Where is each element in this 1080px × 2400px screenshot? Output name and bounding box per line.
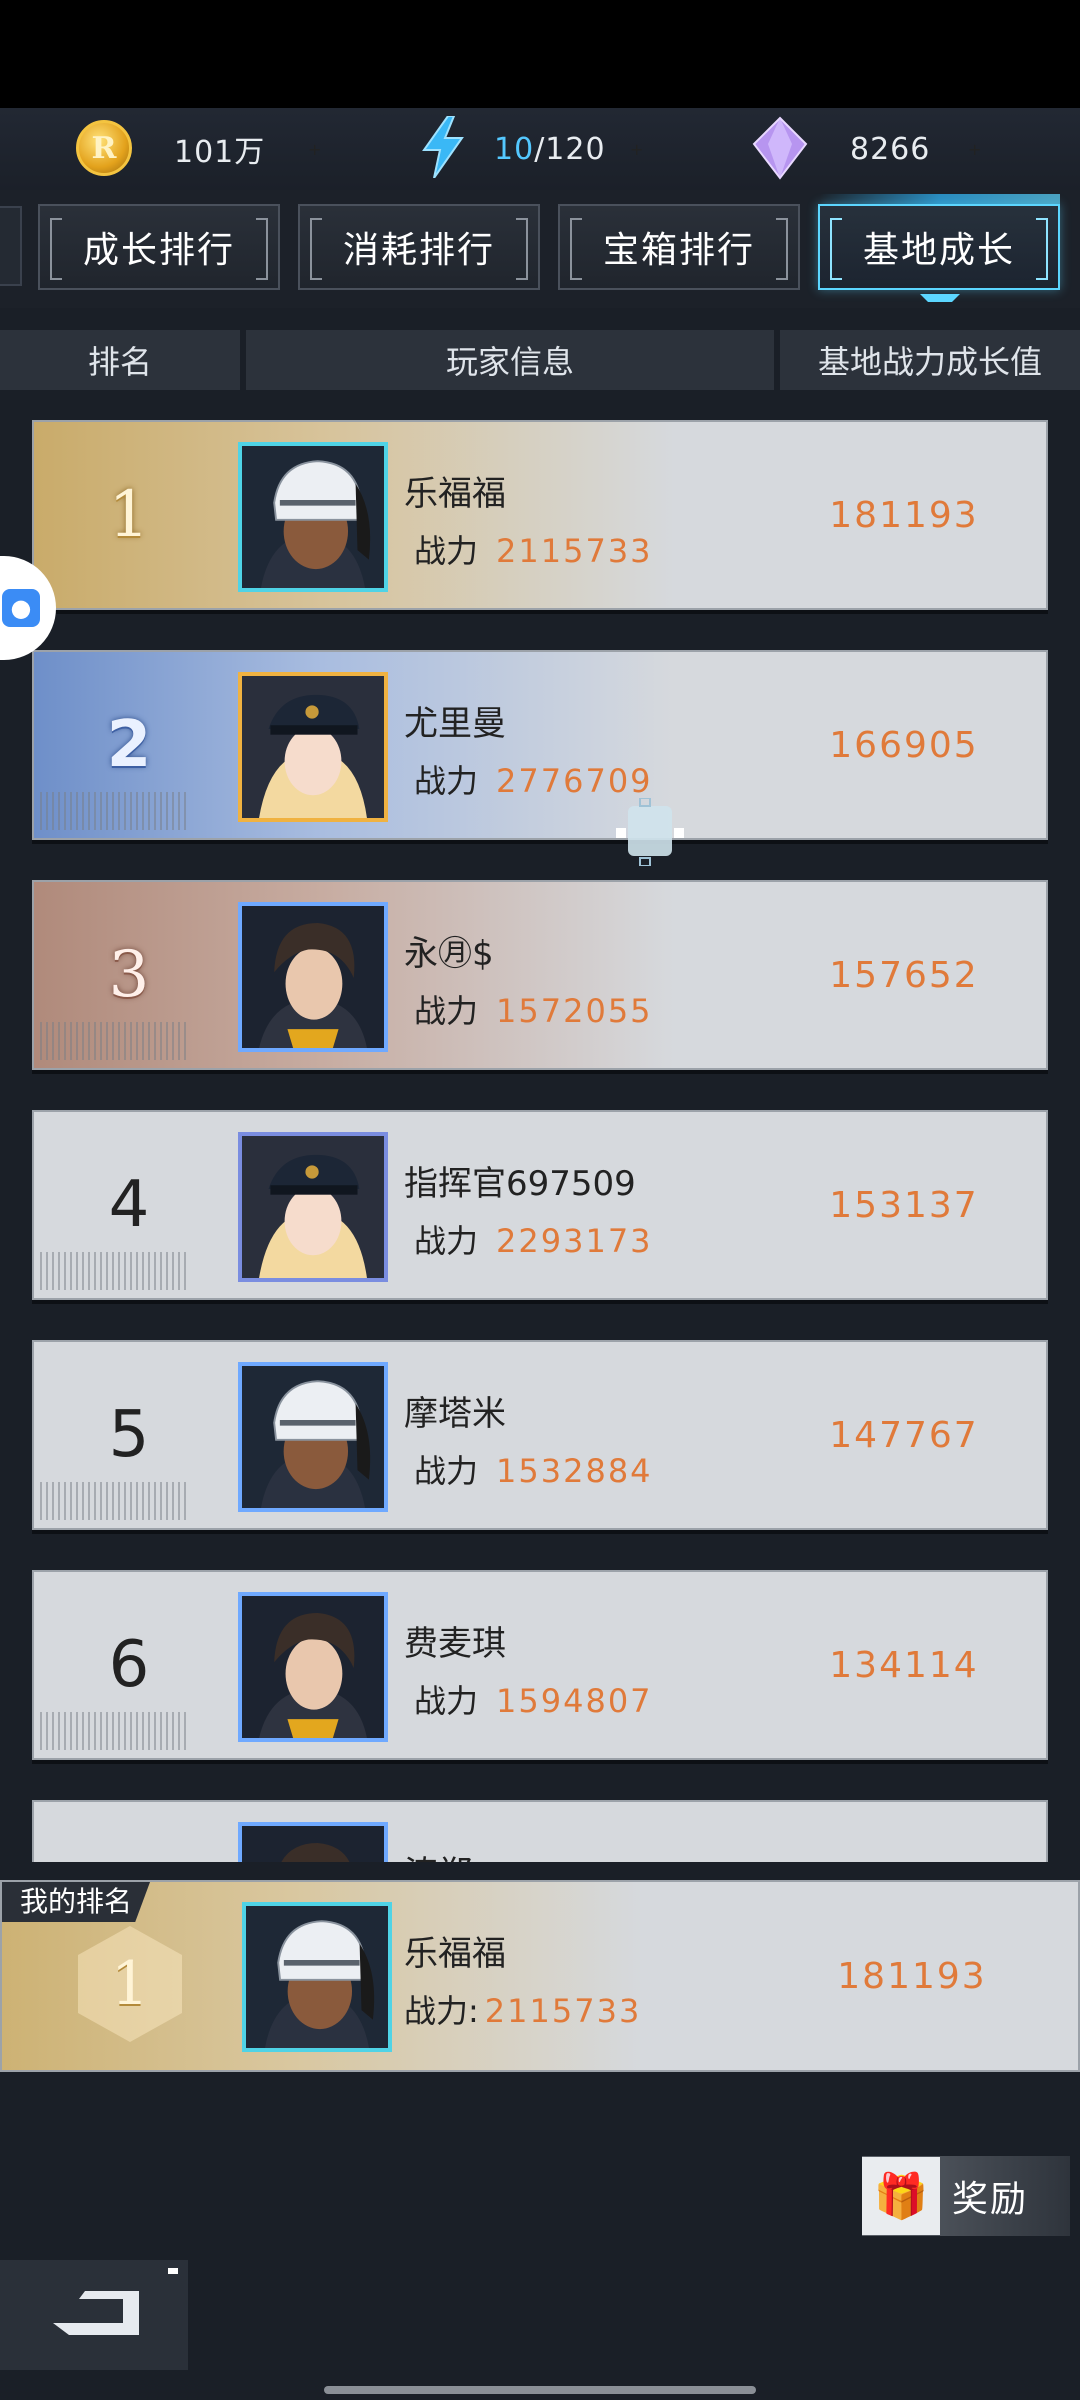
player-power: 战力 2115733 <box>414 532 653 570</box>
tab-growth-ranking[interactable]: 成长排行 <box>38 204 280 290</box>
add-coin-button[interactable]: + <box>308 108 321 190</box>
back-button[interactable] <box>0 2260 188 2370</box>
header-growth-value: 基地战力成长值 <box>780 330 1080 390</box>
energy-value: 10/120 <box>494 131 606 167</box>
player-avatar[interactable] <box>238 902 388 1052</box>
active-tab-glow <box>820 194 1060 204</box>
player-avatar[interactable] <box>238 1822 388 1862</box>
player-power: 战力 2776709 <box>414 762 653 800</box>
player-name: 费麦琪 <box>404 1624 506 1664</box>
ranking-list: 1 乐福福 战力 2115733 181193 2 尤里曼 战力 2776709 1… <box>0 400 1080 1862</box>
rank-number: 1 <box>108 478 150 552</box>
my-player-name: 乐福福 <box>404 1934 506 1974</box>
player-name: 永㊊$ <box>404 934 494 974</box>
rank-number: 5 <box>108 1398 150 1472</box>
player-avatar[interactable] <box>238 1592 388 1742</box>
active-tab-pointer <box>920 294 960 302</box>
ranking-row-2[interactable]: 2 尤里曼 战力 2776709 166905 <box>32 650 1048 840</box>
coin-r-icon: R <box>76 120 132 176</box>
ranking-tabs: 成长排行 消耗排行 宝箱排行 基地成长 <box>0 190 1080 308</box>
growth-score: 147767 <box>829 1414 979 1456</box>
lightning-icon <box>422 116 464 178</box>
player-avatar[interactable] <box>238 672 388 822</box>
player-name: 指挥官697509 <box>404 1164 636 1204</box>
player-power: 战力 1572055 <box>414 992 653 1030</box>
tab-base-growth[interactable]: 基地成长 <box>818 204 1060 290</box>
gift-icon: 🎁 <box>862 2157 940 2235</box>
player-power: 战力 2293173 <box>414 1222 653 1260</box>
home-indicator[interactable] <box>324 2386 756 2394</box>
back-arrow-icon <box>53 2291 139 2335</box>
tab-scroll-edge[interactable] <box>0 206 22 286</box>
player-name: 乐福福 <box>404 474 506 514</box>
header-player-info: 玩家信息 <box>246 330 774 390</box>
ranking-row-7[interactable]: 7 涛郑 <box>32 1800 1048 1862</box>
resource-bar: R 101万 + 10/120 + 8266 + <box>0 108 1080 190</box>
growth-score: 134114 <box>829 1644 979 1686</box>
status-bar <box>0 0 1080 108</box>
player-avatar[interactable] <box>238 1362 388 1512</box>
rank-number: 2 <box>106 708 152 782</box>
rank-number: 3 <box>108 938 150 1012</box>
my-player-power: 战力: 2115733 <box>404 1992 642 2030</box>
rank-number: 4 <box>108 1168 150 1242</box>
table-header: 排名 玩家信息 基地战力成长值 <box>0 330 1080 390</box>
growth-score: 157652 <box>829 954 979 996</box>
ranking-row-5[interactable]: 5 摩塔米 战力 1532884 147767 <box>32 1340 1048 1530</box>
ranking-row-1[interactable]: 1 乐福福 战力 2115733 181193 <box>32 420 1048 610</box>
reward-label: 奖励 <box>952 2179 1029 2220</box>
my-growth-score: 181193 <box>837 1955 987 1997</box>
growth-score: 181193 <box>829 494 979 536</box>
assistant-icon: ● <box>2 589 40 627</box>
my-rank-tag: 我的排名 <box>2 1882 151 1922</box>
reward-button[interactable]: 🎁 奖励 <box>862 2156 1070 2236</box>
coin-value: 101万 <box>174 135 266 170</box>
tab-chest-ranking[interactable]: 宝箱排行 <box>558 204 800 290</box>
ranking-row-3[interactable]: 3 永㊊$ 战力 1572055 157652 <box>32 880 1048 1070</box>
add-energy-button[interactable]: + <box>630 108 643 190</box>
player-avatar[interactable] <box>238 1132 388 1282</box>
ranking-row-6[interactable]: 6 费麦琪 战力 1594807 134114 <box>32 1570 1048 1760</box>
player-name: 尤里曼 <box>404 704 506 744</box>
ranking-row-4[interactable]: 4 指挥官697509 战力 2293173 153137 <box>32 1110 1048 1300</box>
player-avatar[interactable] <box>238 442 388 592</box>
crystal-icon <box>752 116 808 180</box>
gem-value: 8266 <box>850 131 931 167</box>
my-avatar[interactable] <box>242 1902 392 2052</box>
player-name: 摩塔米 <box>404 1394 506 1434</box>
growth-score: 166905 <box>829 724 979 766</box>
add-gem-button[interactable]: + <box>968 108 981 190</box>
growth-score: 153137 <box>829 1184 979 1226</box>
player-power: 战力 1532884 <box>414 1452 653 1490</box>
player-name: 涛郑 <box>404 1846 472 1862</box>
header-rank: 排名 <box>0 330 240 390</box>
rank-number: 7 <box>34 1802 224 1862</box>
rank-number: 6 <box>108 1628 150 1702</box>
player-power: 战力 1594807 <box>414 1682 653 1720</box>
my-rank-panel[interactable]: 我的排名 1 乐福福 战力: 2115733 181193 <box>0 1880 1080 2072</box>
floating-cube-icon[interactable] <box>616 798 684 866</box>
tab-consumption-ranking[interactable]: 消耗排行 <box>298 204 540 290</box>
